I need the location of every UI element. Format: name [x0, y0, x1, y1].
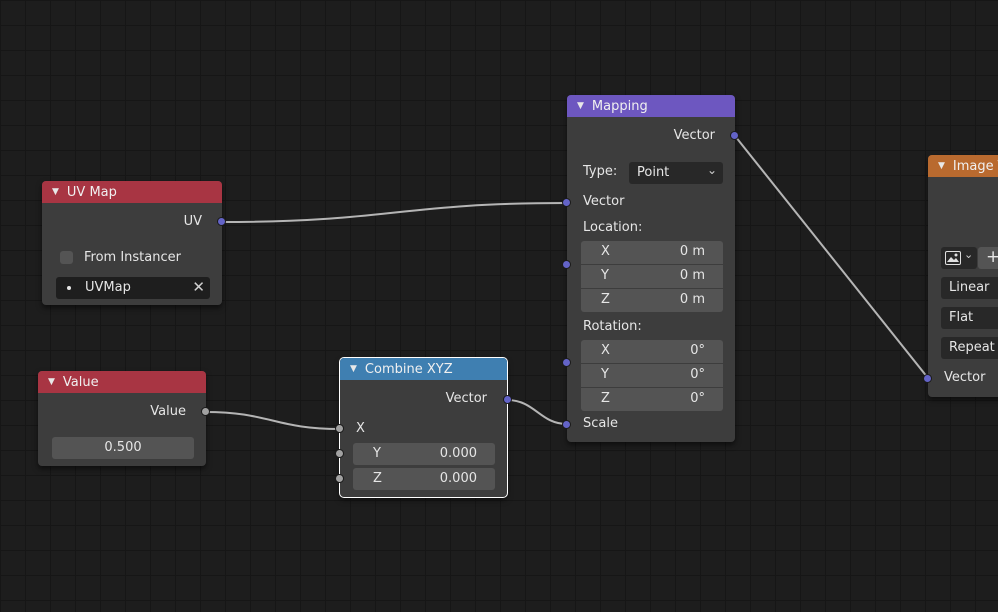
mapping-scale-socket[interactable] — [562, 420, 571, 429]
value-header[interactable]: ▼ Value — [38, 371, 206, 393]
node-editor-canvas[interactable]: ▼ UV Map UV From Instancer UVMap ✕ ▼ Val… — [0, 0, 998, 612]
combine-x-label: X — [356, 421, 365, 436]
rotation-label: Rotation: — [583, 319, 642, 334]
node-title: Image T — [952, 158, 998, 174]
combine-x-socket[interactable] — [335, 424, 344, 433]
rotation-y-field[interactable]: Y 0° — [581, 364, 723, 388]
uv-map-header[interactable]: ▼ UV Map — [42, 181, 222, 203]
combine-output-socket[interactable] — [503, 395, 512, 404]
mapping-vector-input-socket[interactable] — [562, 198, 571, 207]
from-instancer-checkbox[interactable] — [60, 251, 73, 264]
image-texture-node[interactable]: ▼ Image T ⌄ + Linear Flat Repeat Vector — [923, 155, 998, 397]
location-z-field[interactable]: Z 0 m — [581, 289, 723, 312]
extension-dropdown[interactable]: Repeat — [941, 337, 998, 359]
collapse-arrow-icon[interactable]: ▼ — [938, 161, 945, 171]
mapping-output-socket[interactable] — [730, 131, 739, 140]
collapse-arrow-icon[interactable]: ▼ — [48, 377, 55, 387]
combine-z-field[interactable]: Z 0.000 — [353, 468, 495, 490]
value-output-socket[interactable] — [201, 407, 210, 416]
collapse-arrow-icon[interactable]: ▼ — [577, 101, 584, 111]
mapping-node[interactable]: ▼ Mapping Vector Type: Point ⌄ Vector Lo… — [562, 95, 739, 442]
mapping-rotation-socket[interactable] — [562, 358, 571, 367]
combine-output-label: Vector — [445, 391, 487, 406]
uv-output-label: UV — [183, 214, 202, 229]
uvmap-dot-icon — [67, 286, 71, 290]
combine-xyz-node[interactable]: ▼ Combine XYZ Vector X Y 0.000 Z 0.000 — [335, 357, 512, 498]
link-combine-to-mapping-scale[interactable] — [506, 399, 568, 425]
from-instancer-label: From Instancer — [84, 250, 181, 265]
image-icon — [945, 251, 961, 265]
value-number: 0.500 — [104, 440, 142, 455]
image-texture-header[interactable]: ▼ Image T — [928, 155, 998, 177]
combine-z-socket[interactable] — [335, 474, 344, 483]
mapping-vector-input-label: Vector — [583, 194, 625, 209]
uv-output-socket[interactable] — [217, 217, 226, 226]
node-title: Combine XYZ — [364, 361, 453, 377]
chevron-down-icon: ⌄ — [706, 163, 717, 177]
image-vector-label: Vector — [944, 370, 986, 385]
location-y-field[interactable]: Y 0 m — [581, 265, 723, 289]
new-image-button[interactable]: + — [978, 247, 998, 269]
value-output-label: Value — [150, 404, 186, 419]
plus-icon: + — [986, 247, 998, 267]
node-title: Value — [62, 374, 99, 390]
projection-dropdown[interactable]: Flat — [941, 307, 998, 329]
node-title: UV Map — [66, 184, 117, 200]
uv-map-node[interactable]: ▼ UV Map UV From Instancer UVMap ✕ — [42, 181, 226, 305]
interpolation-dropdown[interactable]: Linear — [941, 277, 998, 299]
image-browse-button[interactable]: ⌄ — [941, 247, 977, 269]
location-x-field[interactable]: X 0 m — [581, 241, 723, 265]
scale-label: Scale — [583, 416, 618, 431]
link-mapping-to-image-vector[interactable] — [734, 135, 929, 379]
clear-icon[interactable]: ✕ — [192, 278, 205, 296]
type-dropdown[interactable]: Point ⌄ — [629, 162, 723, 184]
type-value: Point — [637, 165, 670, 180]
node-title: Mapping — [591, 98, 648, 114]
collapse-arrow-icon[interactable]: ▼ — [52, 187, 59, 197]
combine-y-field[interactable]: Y 0.000 — [353, 443, 495, 465]
mapping-location-socket[interactable] — [562, 260, 571, 269]
rotation-z-field[interactable]: Z 0° — [581, 388, 723, 411]
rotation-x-field[interactable]: X 0° — [581, 340, 723, 364]
link-uv-to-mapping-vector[interactable] — [221, 202, 568, 223]
location-label: Location: — [583, 220, 643, 235]
value-field[interactable]: 0.500 — [52, 437, 194, 459]
node-links — [204, 135, 929, 430]
link-value-to-combine-x[interactable] — [204, 411, 341, 430]
uvmap-value: UVMap — [85, 280, 131, 295]
mapping-output-label: Vector — [673, 128, 715, 143]
type-label: Type: — [583, 164, 618, 179]
collapse-arrow-icon[interactable]: ▼ — [350, 364, 357, 374]
combine-y-socket[interactable] — [335, 449, 344, 458]
value-node[interactable]: ▼ Value Value 0.500 — [38, 371, 210, 466]
uvmap-field[interactable]: UVMap ✕ — [56, 277, 210, 299]
mapping-header[interactable]: ▼ Mapping — [567, 95, 735, 117]
chevron-down-icon: ⌄ — [964, 248, 974, 261]
image-vector-input-socket[interactable] — [923, 374, 932, 383]
combine-xyz-header[interactable]: ▼ Combine XYZ — [340, 358, 507, 380]
